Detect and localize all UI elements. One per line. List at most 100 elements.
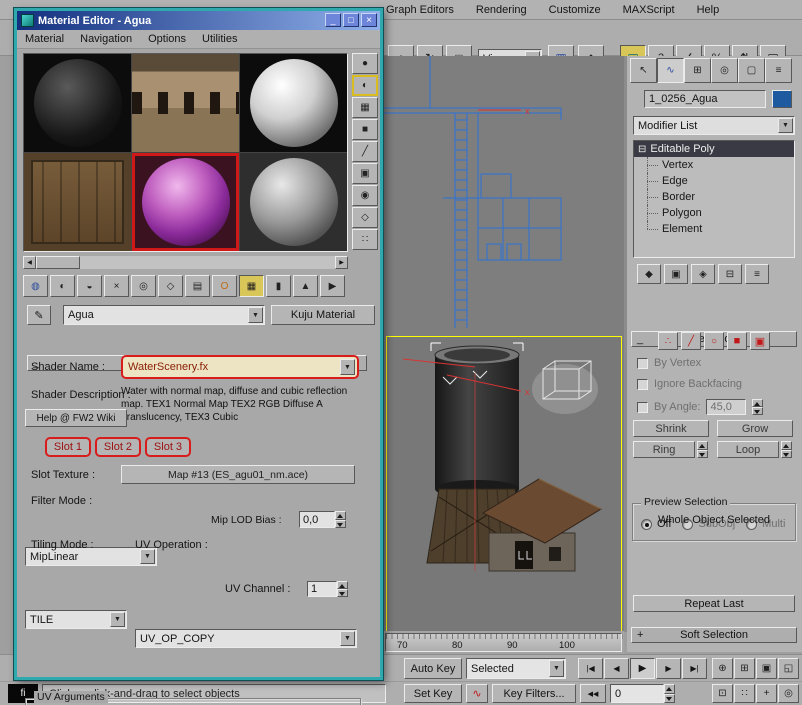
- slot-texture-button[interactable]: Map #13 (ES_agu01_nm.ace): [121, 465, 355, 484]
- material-slot-4[interactable]: [24, 153, 131, 251]
- chevron-down-icon[interactable]: ▼: [549, 660, 564, 677]
- close-button[interactable]: ×: [361, 13, 377, 27]
- perspective-viewport[interactable]: x: [386, 336, 622, 632]
- chevron-down-icon[interactable]: ▼: [110, 612, 125, 627]
- chevron-down-icon[interactable]: ▼: [340, 631, 355, 646]
- ring-button[interactable]: Ring: [633, 441, 695, 458]
- orbit-button[interactable]: ◎: [778, 684, 799, 703]
- wireframe-viewport[interactable]: x: [383, 56, 624, 332]
- rewind-button[interactable]: ◀◀: [580, 684, 606, 703]
- sample-uv-tiling-button[interactable]: ■: [352, 119, 378, 140]
- previous-frame-button[interactable]: ◀: [604, 658, 629, 679]
- make-unique-button[interactable]: ◈: [691, 264, 715, 284]
- by-angle-checkbox[interactable]: [637, 402, 648, 413]
- menu-navigation[interactable]: Navigation: [80, 33, 132, 45]
- tab-modify[interactable]: ∿: [657, 58, 684, 83]
- ring-spinner[interactable]: [697, 441, 708, 458]
- rollout-soft-selection-header[interactable]: + Soft Selection: [631, 627, 797, 643]
- minimize-button[interactable]: _: [325, 13, 341, 27]
- water-tower[interactable]: [435, 346, 519, 498]
- set-key-button[interactable]: Set Key: [404, 684, 462, 703]
- material-name-dropdown[interactable]: Agua ▼: [63, 305, 265, 325]
- by-angle-field[interactable]: 45,0: [706, 399, 746, 415]
- border-mode-button[interactable]: ○: [704, 332, 724, 350]
- material-id-channel-button[interactable]: O: [212, 275, 237, 297]
- show-end-result-material-button[interactable]: ▮: [266, 275, 291, 297]
- get-material-button[interactable]: ◍: [23, 275, 48, 297]
- make-material-copy-button[interactable]: ◎: [131, 275, 156, 297]
- stack-item-polygon[interactable]: Polygon: [634, 205, 794, 221]
- select-by-material-button[interactable]: ◇: [352, 207, 378, 228]
- go-forward-to-sibling-button[interactable]: ▶: [320, 275, 345, 297]
- menu-material[interactable]: Material: [25, 33, 64, 45]
- help-fw2-wiki-button[interactable]: Help @ FW2 Wiki: [25, 409, 127, 427]
- ignore-backfacing-checkbox[interactable]: [637, 379, 648, 390]
- tab-display[interactable]: ▢: [738, 58, 765, 83]
- object-name-field[interactable]: 1_0256_Agua: [644, 90, 766, 108]
- loop-spinner[interactable]: [781, 441, 792, 458]
- material-slot-3[interactable]: [240, 54, 347, 152]
- tab-hierarchy[interactable]: ⊞: [684, 58, 711, 83]
- put-material-to-scene-button[interactable]: ◐: [50, 275, 75, 297]
- modifier-stack[interactable]: ⊟ Editable Poly Vertex Edge Border Polyg…: [633, 140, 795, 258]
- menu-maxscript[interactable]: MAXScript: [623, 4, 675, 16]
- menu-utilities[interactable]: Utilities: [202, 33, 237, 45]
- mip-lod-bias-field[interactable]: 0,0: [299, 511, 335, 528]
- configure-modifier-sets-button[interactable]: ≡: [745, 264, 769, 284]
- go-to-start-button[interactable]: |◀: [578, 658, 603, 679]
- menu-options[interactable]: Options: [148, 33, 186, 45]
- by-angle-spinner[interactable]: [752, 399, 763, 415]
- polygon-mode-button[interactable]: ■: [727, 332, 747, 350]
- background-button[interactable]: ▦: [352, 97, 378, 118]
- uv-channel-field[interactable]: 1: [307, 581, 337, 597]
- key-filter-mode-button[interactable]: ∿: [466, 684, 488, 703]
- go-to-end-button[interactable]: ▶|: [682, 658, 707, 679]
- pan-view-button[interactable]: +: [756, 684, 777, 703]
- loop-button[interactable]: Loop: [717, 441, 779, 458]
- tab-slot-2[interactable]: Slot 2: [95, 437, 141, 457]
- next-frame-button[interactable]: ▶: [656, 658, 681, 679]
- play-button[interactable]: ▶: [630, 658, 655, 679]
- video-color-check-button[interactable]: ╱: [352, 141, 378, 162]
- key-filters-button[interactable]: Key Filters...: [492, 684, 576, 703]
- by-vertex-checkbox[interactable]: [637, 358, 648, 369]
- stack-item-vertex[interactable]: Vertex: [634, 157, 794, 173]
- shrink-button[interactable]: Shrink: [633, 420, 709, 437]
- slots-scrollbar[interactable]: ◀ ▶: [23, 256, 348, 269]
- current-frame-field[interactable]: 0: [610, 684, 664, 703]
- material-type-button[interactable]: Kuju Material: [271, 305, 375, 325]
- chevron-down-icon[interactable]: ▼: [778, 118, 793, 133]
- material-slot-2[interactable]: [132, 54, 239, 152]
- chevron-down-icon[interactable]: ▼: [340, 359, 355, 375]
- material-options-button[interactable]: ◉: [352, 185, 378, 206]
- tab-slot-3[interactable]: Slot 3: [145, 437, 191, 457]
- stack-item-edge[interactable]: Edge: [634, 173, 794, 189]
- auto-key-button[interactable]: Auto Key: [404, 658, 462, 679]
- chevron-down-icon[interactable]: ▼: [248, 307, 263, 323]
- maximize-viewport-button[interactable]: ◱: [778, 658, 799, 679]
- put-to-library-button[interactable]: ▤: [185, 275, 210, 297]
- pin-stack-button[interactable]: ◆: [637, 264, 661, 284]
- mip-lod-bias-spinner[interactable]: [335, 511, 346, 528]
- tiling-mode-dropdown[interactable]: TILE ▼: [25, 610, 127, 629]
- modifier-list-dropdown[interactable]: Modifier List ▼: [633, 116, 795, 135]
- assign-material-to-selection-button[interactable]: ◒: [77, 275, 102, 297]
- sample-type-button[interactable]: ●: [352, 53, 378, 74]
- chevron-down-icon[interactable]: ▼: [140, 549, 155, 564]
- reset-map-button[interactable]: ×: [104, 275, 129, 297]
- material-editor-dialog[interactable]: Material Editor - Agua _ □ × Material Na…: [14, 8, 383, 680]
- object-color-swatch[interactable]: [772, 90, 792, 108]
- timeline[interactable]: 70 80 90 100: [383, 631, 624, 654]
- show-end-result-button[interactable]: ▣: [664, 264, 688, 284]
- menu-rendering[interactable]: Rendering: [476, 4, 527, 16]
- stack-item-border[interactable]: Border: [634, 189, 794, 205]
- menu-help[interactable]: Help: [697, 4, 720, 16]
- edge-mode-button[interactable]: ╱: [681, 332, 701, 350]
- scroll-left-button[interactable]: ◀: [23, 256, 36, 269]
- tab-create[interactable]: ↖: [630, 58, 657, 83]
- zoom-extents-button[interactable]: ▣: [756, 658, 777, 679]
- uv-operation-dropdown[interactable]: UV_OP_COPY ▼: [135, 629, 357, 648]
- make-preview-button[interactable]: ▣: [352, 163, 378, 184]
- material-slot-5-selected[interactable]: [132, 153, 239, 251]
- dialog-titlebar[interactable]: Material Editor - Agua _ □ ×: [17, 11, 380, 30]
